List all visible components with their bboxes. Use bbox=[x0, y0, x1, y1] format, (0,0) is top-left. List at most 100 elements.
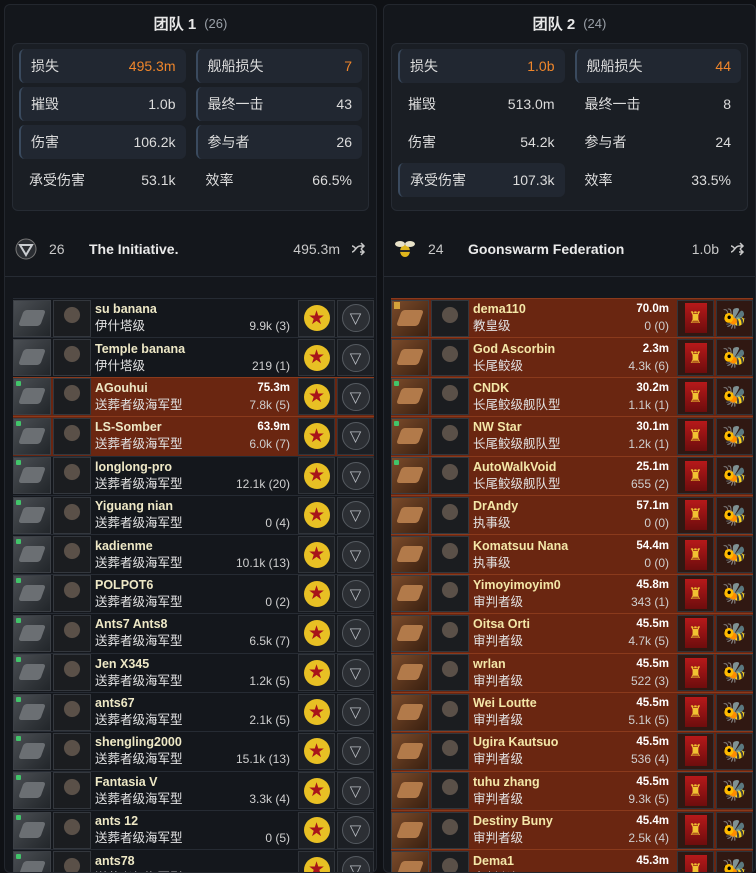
alliance-initiative-icon[interactable]: ▽ bbox=[337, 772, 374, 810]
member-row[interactable]: Jen X345 送葬者级海军型 1.2k (5) ★ ▽ bbox=[13, 652, 374, 692]
member-row[interactable]: Yimoyimoyim0 45.8m 审判者级 343 (1) ♜ 🐝 bbox=[391, 573, 753, 614]
member-row[interactable]: Dema1 45.3m 审判者级 4.9k (5) ♜ 🐝 bbox=[391, 849, 753, 872]
corporation-banner-icon[interactable]: ♜ bbox=[677, 614, 714, 652]
pilot-portrait[interactable] bbox=[53, 299, 91, 337]
pilot-name[interactable]: Yiguang nian bbox=[95, 498, 173, 515]
corporation-banner-icon[interactable]: ♜ bbox=[677, 851, 714, 872]
ship-icon[interactable] bbox=[13, 496, 51, 534]
alliance-initiative-icon[interactable]: ▽ bbox=[337, 575, 374, 613]
ship-icon[interactable] bbox=[13, 772, 51, 810]
goonswarm-bee-icon[interactable]: 🐝 bbox=[716, 851, 753, 872]
ship-type[interactable]: 送葬者级海军型 bbox=[95, 673, 183, 690]
pilot-name[interactable]: POLPOT6 bbox=[95, 577, 153, 594]
ship-icon[interactable] bbox=[13, 536, 51, 574]
pilot-name[interactable]: ants67 bbox=[95, 695, 135, 712]
goonswarm-bee-icon[interactable]: 🐝 bbox=[716, 693, 753, 731]
goonswarm-bee-icon[interactable]: 🐝 bbox=[716, 772, 753, 810]
member-row[interactable]: wrlan 45.5m 审判者级 522 (3) ♜ 🐝 bbox=[391, 652, 753, 692]
alliance-initiative-icon[interactable]: ▽ bbox=[337, 339, 374, 377]
ship-type[interactable]: 送葬者级海军型 bbox=[95, 476, 183, 493]
pilot-portrait[interactable] bbox=[431, 417, 469, 455]
pilot-name[interactable]: tuhu zhang bbox=[473, 774, 540, 791]
corporation-star-icon[interactable]: ★ bbox=[298, 732, 335, 770]
pilot-portrait[interactable] bbox=[431, 299, 469, 337]
corporation-banner-icon[interactable]: ♜ bbox=[677, 772, 714, 810]
pilot-name[interactable]: God Ascorbin bbox=[473, 341, 555, 358]
ship-icon[interactable] bbox=[13, 614, 51, 652]
pilot-name[interactable]: LS-Somber bbox=[95, 419, 162, 436]
pilot-portrait[interactable] bbox=[53, 772, 91, 810]
pilot-name[interactable]: CNDK bbox=[473, 380, 509, 397]
pilot-name[interactable]: Komatsuu Nana bbox=[473, 538, 568, 555]
member-row[interactable]: AGouhui 75.3m 送葬者级海军型 7.8k (5) ★ ▽ bbox=[13, 376, 374, 417]
pilot-name[interactable]: Temple banana bbox=[95, 341, 185, 358]
pilot-name[interactable]: NW Star bbox=[473, 419, 522, 436]
ship-icon[interactable] bbox=[13, 339, 51, 377]
pilot-name[interactable]: shengling2000 bbox=[95, 734, 182, 751]
ship-icon[interactable] bbox=[13, 575, 51, 613]
pilot-portrait[interactable] bbox=[53, 417, 91, 455]
member-row[interactable]: NW Star 30.1m 长尾鲛级舰队型 1.2k (1) ♜ 🐝 bbox=[391, 416, 753, 456]
ship-type[interactable]: 长尾鲛级 bbox=[473, 358, 523, 375]
ship-icon[interactable] bbox=[13, 851, 51, 872]
alliance-initiative-icon[interactable]: ▽ bbox=[337, 496, 374, 534]
member-row[interactable]: Ugira Kautsuo 45.5m 审判者级 536 (4) ♜ 🐝 bbox=[391, 731, 753, 771]
pilot-portrait[interactable] bbox=[53, 614, 91, 652]
corporation-star-icon[interactable]: ★ bbox=[298, 339, 335, 377]
ship-type[interactable]: 送葬者级海军型 bbox=[95, 830, 183, 847]
goonswarm-bee-icon[interactable]: 🐝 bbox=[716, 378, 753, 416]
pilot-portrait[interactable] bbox=[431, 614, 469, 652]
pilot-name[interactable]: dema110 bbox=[473, 301, 526, 318]
ship-type[interactable]: 送葬者级海军型 bbox=[95, 870, 183, 872]
ship-icon[interactable] bbox=[391, 732, 429, 770]
pilot-name[interactable]: Wei Loutte bbox=[473, 695, 537, 712]
share-icon[interactable] bbox=[729, 241, 745, 257]
alliance-name[interactable]: Goonswarm Federation bbox=[468, 241, 692, 257]
member-row[interactable]: ants67 送葬者级海军型 2.1k (5) ★ ▽ bbox=[13, 691, 374, 731]
goonswarm-bee-icon[interactable]: 🐝 bbox=[716, 575, 753, 613]
pilot-portrait[interactable] bbox=[53, 654, 91, 692]
ship-icon[interactable] bbox=[391, 851, 429, 872]
ship-type[interactable]: 送葬者级海军型 bbox=[95, 436, 183, 453]
alliance-initiative-icon[interactable]: ▽ bbox=[337, 378, 374, 416]
ship-type[interactable]: 送葬者级海军型 bbox=[95, 633, 183, 650]
goonswarm-bee-icon[interactable]: 🐝 bbox=[716, 417, 753, 455]
ship-type[interactable]: 审判者级 bbox=[473, 594, 523, 611]
alliance-initiative-icon[interactable]: ▽ bbox=[337, 811, 374, 849]
ship-icon[interactable] bbox=[391, 811, 429, 849]
member-row[interactable]: LS-Somber 63.9m 送葬者级海军型 6.0k (7) ★ ▽ bbox=[13, 416, 374, 456]
corporation-banner-icon[interactable]: ♜ bbox=[677, 536, 714, 574]
pilot-portrait[interactable] bbox=[53, 536, 91, 574]
goonswarm-bee-icon[interactable]: 🐝 bbox=[716, 299, 753, 337]
corporation-star-icon[interactable]: ★ bbox=[298, 811, 335, 849]
pilot-portrait[interactable] bbox=[53, 732, 91, 770]
pilot-portrait[interactable] bbox=[431, 654, 469, 692]
ship-type[interactable]: 送葬者级海军型 bbox=[95, 555, 183, 572]
corporation-star-icon[interactable]: ★ bbox=[298, 693, 335, 731]
ship-icon[interactable] bbox=[391, 457, 429, 495]
ship-icon[interactable] bbox=[391, 299, 429, 337]
pilot-name[interactable]: AutoWalkVoid bbox=[473, 459, 556, 476]
ship-icon[interactable] bbox=[391, 536, 429, 574]
pilot-name[interactable]: Fantasia V bbox=[95, 774, 158, 791]
pilot-name[interactable]: Jen X345 bbox=[95, 656, 149, 673]
pilot-portrait[interactable] bbox=[53, 693, 91, 731]
ship-type[interactable]: 审判者级 bbox=[473, 673, 523, 690]
alliance-initiative-icon[interactable]: ▽ bbox=[337, 417, 374, 455]
member-row[interactable]: Wei Loutte 45.5m 审判者级 5.1k (5) ♜ 🐝 bbox=[391, 691, 753, 732]
pilot-name[interactable]: kadienme bbox=[95, 538, 153, 555]
ship-type[interactable]: 审判者级 bbox=[473, 791, 523, 808]
pilot-portrait[interactable] bbox=[431, 772, 469, 810]
member-row[interactable]: Komatsuu Nana 54.4m 执事级 0 (0) ♜ 🐝 bbox=[391, 534, 753, 574]
pilot-portrait[interactable] bbox=[53, 339, 91, 377]
goonswarm-bee-icon[interactable]: 🐝 bbox=[716, 457, 753, 495]
alliance-initiative-icon[interactable]: ▽ bbox=[337, 851, 374, 872]
pilot-portrait[interactable] bbox=[431, 339, 469, 377]
ship-type[interactable]: 送葬者级海军型 bbox=[95, 397, 183, 414]
ship-type[interactable]: 审判者级 bbox=[473, 870, 523, 872]
pilot-portrait[interactable] bbox=[53, 575, 91, 613]
goonswarm-bee-icon[interactable]: 🐝 bbox=[716, 614, 753, 652]
member-row[interactable]: Fantasia V 送葬者级海军型 3.3k (4) ★ ▽ bbox=[13, 770, 374, 810]
ship-icon[interactable] bbox=[13, 457, 51, 495]
alliance-initiative-icon[interactable]: ▽ bbox=[337, 693, 374, 731]
